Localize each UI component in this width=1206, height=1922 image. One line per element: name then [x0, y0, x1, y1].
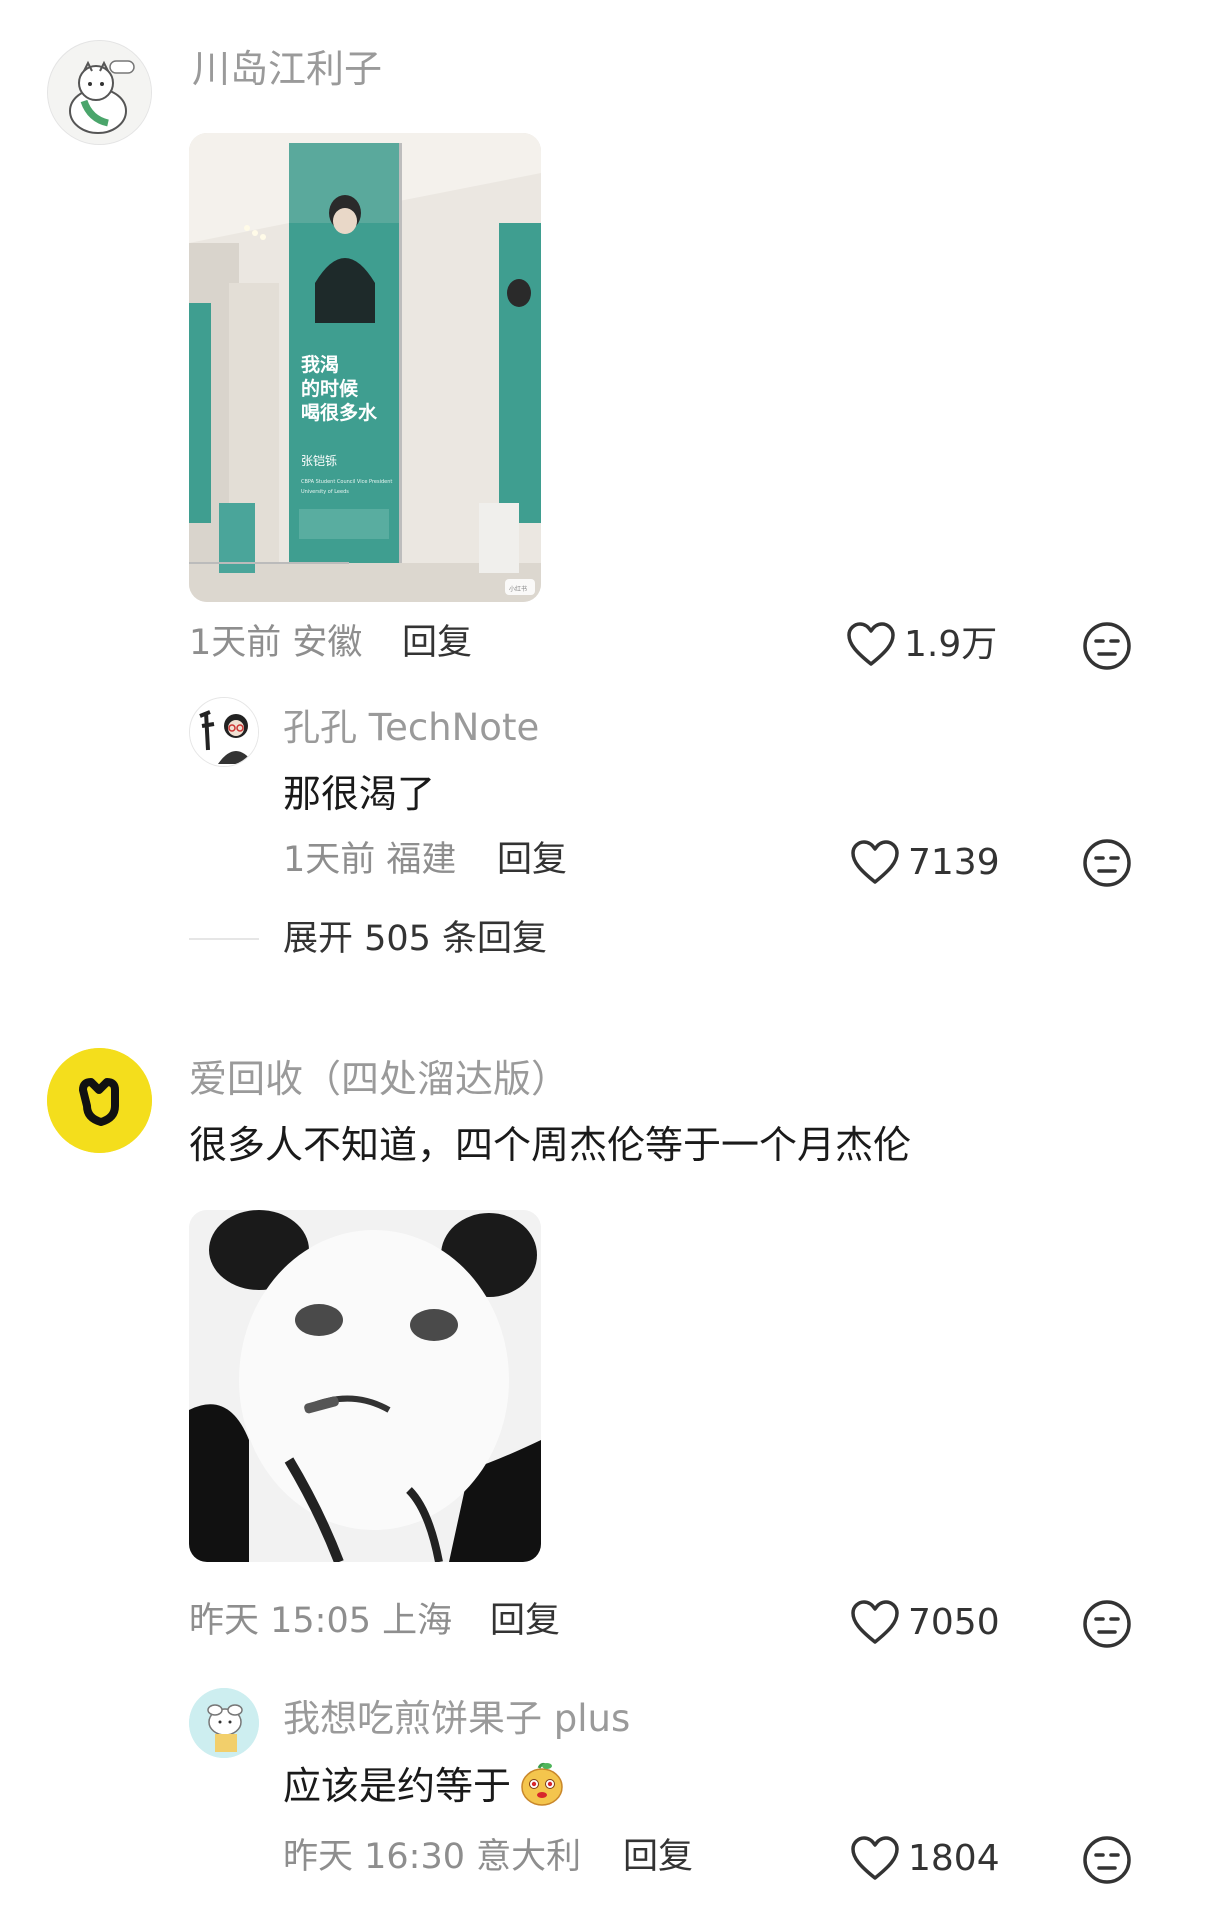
reply-meta: 昨天 16:30 意大利 [283, 1837, 582, 1877]
like-button[interactable]: 7050 [850, 1600, 1000, 1646]
banner-name: 张铠铄 [301, 453, 337, 468]
reply-button[interactable]: 回复 [402, 626, 472, 661]
commenter-avatar[interactable] [47, 40, 152, 145]
reply-avatar[interactable] [189, 697, 259, 767]
banner-role: CBPA Student Council Vice President [301, 479, 392, 485]
banner-line-1: 我渴 [301, 353, 339, 376]
reply-button[interactable]: 回复 [497, 843, 567, 878]
reply-text: 那很渴了 [283, 772, 436, 816]
like-button[interactable]: 7139 [850, 840, 1000, 886]
like-button[interactable]: 1804 [850, 1836, 1000, 1882]
like-count: 7050 [908, 1602, 1000, 1643]
neutral-face-icon[interactable] [1082, 621, 1132, 671]
reply-meta: 1天前 福建 [283, 840, 457, 880]
commenter-name[interactable]: 爱回收（四处溜达版） [189, 1060, 569, 1098]
heart-outline-icon [851, 1600, 899, 1644]
reply-author-name[interactable]: 孔孔 TechNote [283, 709, 539, 746]
comment-photo[interactable]: 我渴 的时候 喝很多水 张铠铄 CBPA Student Council Vic… [189, 133, 541, 602]
comment-meta: 昨天 15:05 上海 [189, 1601, 453, 1641]
reply-text: 应该是约等于 [283, 1762, 567, 1808]
commenter-name[interactable]: 川岛江利子 [192, 50, 382, 88]
reply-author-name[interactable]: 我想吃煎饼果子 plus [283, 1700, 630, 1737]
heart-outline-icon [851, 840, 899, 884]
expand-replies-button[interactable]: 展开 505 条回复 [283, 922, 547, 957]
like-count: 1804 [908, 1838, 1000, 1879]
banner-school: University of Leeds [301, 489, 349, 495]
heart-outline-icon [851, 1836, 899, 1880]
expand-divider [189, 938, 259, 940]
comment-text: 很多人不知道，四个周杰伦等于一个月杰伦 [189, 1123, 912, 1167]
neutral-face-icon[interactable] [1082, 1599, 1132, 1649]
banner-line-3: 喝很多水 [301, 401, 378, 424]
heart-outline-icon [847, 622, 895, 666]
neutral-face-icon[interactable] [1082, 1835, 1132, 1885]
reply-button[interactable]: 回复 [490, 1604, 560, 1639]
peach-face-emoji-icon [517, 1758, 567, 1808]
banner-line-2: 的时候 [301, 377, 359, 400]
like-count: 7139 [908, 842, 1000, 883]
comment-sticker[interactable] [189, 1210, 541, 1562]
reply-button[interactable]: 回复 [623, 1840, 693, 1875]
reply-text-content: 应该是约等于 [283, 1764, 512, 1808]
reply-avatar[interactable] [189, 1688, 259, 1758]
commenter-avatar[interactable] [47, 1048, 152, 1153]
neutral-face-icon[interactable] [1082, 838, 1132, 888]
like-button[interactable]: 1.9万 [846, 622, 997, 668]
watermark-label: 小红书 [509, 585, 527, 593]
like-count: 1.9万 [904, 624, 998, 665]
comment-meta: 1天前 安徽 [189, 623, 363, 663]
